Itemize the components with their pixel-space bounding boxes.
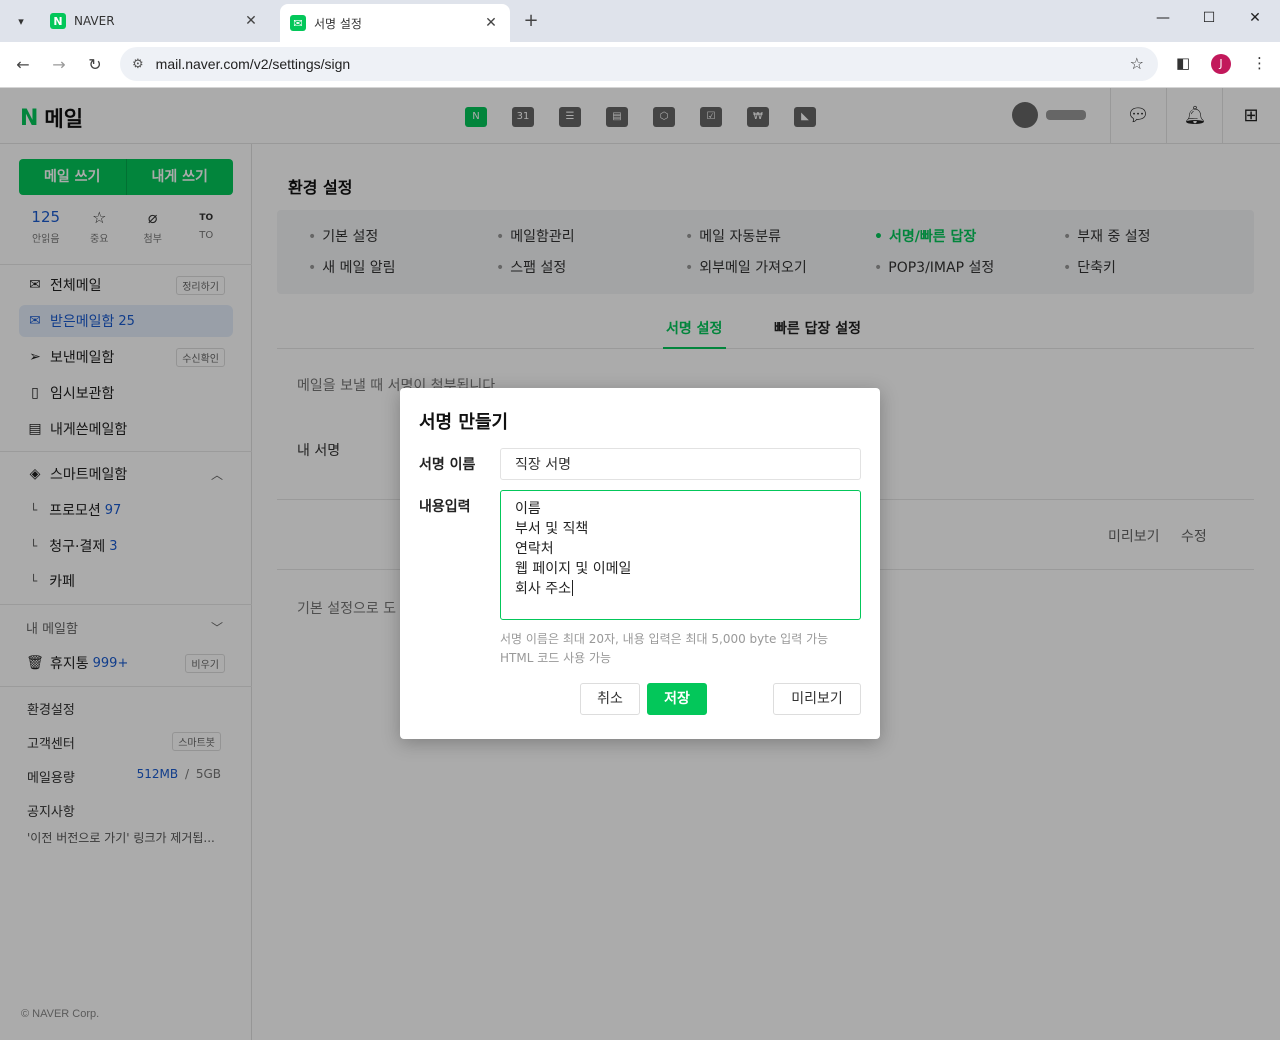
tab-search-chevron-icon[interactable]: ▾ bbox=[8, 8, 34, 34]
close-tab-icon[interactable]: ✕ bbox=[482, 15, 500, 31]
signature-name-input[interactable] bbox=[500, 448, 861, 480]
create-signature-dialog: 서명 만들기 서명 이름 내용입력 이름 부서 및 직책 연락처 웹 페이지 및… bbox=[400, 388, 880, 739]
tab-title: 서명 설정 bbox=[314, 16, 362, 31]
text-caret bbox=[571, 580, 573, 596]
bookmark-star-icon[interactable]: ☆ bbox=[1130, 54, 1144, 73]
minimize-window-icon[interactable]: — bbox=[1148, 10, 1178, 26]
content-line: 이름 bbox=[515, 501, 541, 517]
content-line: 연락처 bbox=[515, 541, 554, 557]
help-line: 서명 이름은 최대 20자, 내용 입력은 최대 5,000 byte 입력 가… bbox=[500, 632, 829, 646]
naver-mail-favicon-icon: ✉ bbox=[290, 15, 306, 31]
browser-toolbar: ← → ↻ ⚙ mail.naver.com/v2/settings/sign … bbox=[0, 42, 1280, 88]
preview-button[interactable]: 미리보기 bbox=[773, 683, 861, 715]
tab-title: NAVER bbox=[74, 14, 115, 28]
site-info-icon[interactable]: ⚙ bbox=[132, 57, 144, 72]
close-window-icon[interactable]: ✕ bbox=[1240, 10, 1270, 26]
side-panel-icon[interactable]: ◧ bbox=[1176, 54, 1190, 72]
url-text[interactable]: mail.naver.com/v2/settings/sign bbox=[156, 56, 351, 72]
browser-tab-naver[interactable]: N NAVER ✕ bbox=[40, 6, 270, 36]
content-line: 웹 페이지 및 이메일 bbox=[515, 561, 632, 577]
browser-tab-signature-settings[interactable]: ✉ 서명 설정 ✕ bbox=[280, 4, 510, 42]
cancel-button[interactable]: 취소 bbox=[580, 683, 640, 715]
help-line: HTML 코드 사용 가능 bbox=[500, 651, 612, 665]
content-line-last: 회사 주소 bbox=[515, 579, 846, 599]
new-tab-plus-icon[interactable]: + bbox=[520, 10, 542, 32]
browser-menu-icon[interactable]: ⋮ bbox=[1252, 54, 1267, 72]
forward-arrow-icon[interactable]: → bbox=[46, 52, 72, 78]
address-bar[interactable]: ⚙ mail.naver.com/v2/settings/sign ☆ bbox=[120, 47, 1158, 81]
dialog-title: 서명 만들기 bbox=[419, 412, 509, 433]
maximize-window-icon[interactable]: ☐ bbox=[1194, 10, 1224, 26]
naver-favicon-icon: N bbox=[50, 13, 66, 29]
content-line: 회사 주소 bbox=[515, 581, 571, 597]
profile-avatar[interactable]: J bbox=[1211, 54, 1231, 74]
signature-name-label: 서명 이름 bbox=[419, 457, 476, 473]
content-line: 부서 및 직책 bbox=[515, 521, 589, 537]
save-button[interactable]: 저장 bbox=[647, 683, 707, 715]
close-tab-icon[interactable]: ✕ bbox=[242, 13, 260, 29]
back-arrow-icon[interactable]: ← bbox=[10, 52, 36, 78]
browser-tab-bar: ▾ N NAVER ✕ ✉ 서명 설정 ✕ + — ☐ ✕ bbox=[0, 0, 1280, 42]
signature-content-textarea[interactable]: 이름 부서 및 직책 연락처 웹 페이지 및 이메일 회사 주소 bbox=[500, 490, 861, 620]
reload-icon[interactable]: ↻ bbox=[82, 52, 108, 78]
content-input-label: 내용입력 bbox=[419, 499, 471, 515]
help-text: 서명 이름은 최대 20자, 내용 입력은 최대 5,000 byte 입력 가… bbox=[500, 630, 870, 668]
